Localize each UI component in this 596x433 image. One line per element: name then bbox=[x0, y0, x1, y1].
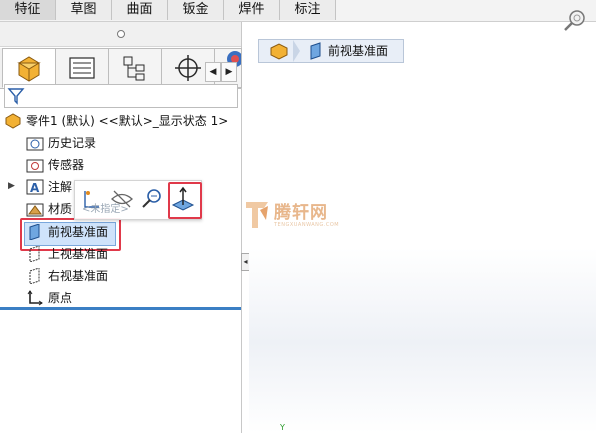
configuration-manager-icon bbox=[123, 56, 145, 81]
svg-text:A: A bbox=[30, 181, 40, 195]
watermark: 腾轩网 TENGXUANWANG.COM bbox=[244, 196, 354, 236]
tab-sheet-metal[interactable]: 钣金 bbox=[168, 0, 224, 20]
tree-item-label: 注解 bbox=[48, 180, 73, 194]
tab-property-manager[interactable] bbox=[55, 48, 109, 88]
selection-breadcrumb[interactable]: 前视基准面 bbox=[258, 39, 404, 63]
pane-divider-line bbox=[0, 307, 241, 310]
part-icon bbox=[5, 113, 21, 129]
tabs-scroll-left-button[interactable]: ◀ bbox=[205, 62, 221, 82]
watermark-text: 腾轩网 bbox=[274, 203, 328, 223]
breadcrumb-separator bbox=[293, 40, 300, 62]
tab-weldments[interactable]: 焊件 bbox=[224, 0, 280, 20]
tab-surfaces[interactable]: 曲面 bbox=[112, 0, 168, 20]
filter-icon bbox=[7, 88, 25, 105]
zoom-icon bbox=[564, 10, 585, 31]
property-manager-icon bbox=[69, 57, 95, 79]
tab-configuration-manager[interactable] bbox=[108, 48, 162, 88]
view-orientation-button[interactable] bbox=[562, 8, 588, 34]
tab-features[interactable]: 特征 bbox=[0, 0, 56, 20]
tree-item-label: 材质 bbox=[48, 202, 73, 216]
pane-header bbox=[0, 22, 241, 47]
tree-item-label: 右视基准面 bbox=[48, 269, 109, 283]
tab-feature-manager[interactable] bbox=[2, 48, 56, 88]
watermark-subtext: TENGXUANWANG.COM bbox=[274, 222, 340, 228]
zoom-to-selection-button[interactable] bbox=[139, 185, 165, 213]
command-manager-tabs: 特征 草图 曲面 钣金 焊件 标注 bbox=[0, 0, 596, 22]
tab-sketch[interactable]: 草图 bbox=[56, 0, 112, 20]
watermark-logo-icon bbox=[246, 202, 268, 228]
tabs-scroll-right-button[interactable]: ▶ bbox=[221, 62, 237, 82]
history-folder-icon bbox=[26, 137, 44, 151]
tab-dimxpert[interactable]: 标注 bbox=[280, 0, 336, 20]
annotations-expander[interactable]: ▶ bbox=[8, 181, 15, 191]
normal-to-highlight bbox=[168, 182, 202, 219]
zoom-to-selection-icon bbox=[142, 189, 161, 208]
tree-item-label: 原点 bbox=[48, 291, 73, 305]
material-icon bbox=[26, 203, 44, 217]
axis-y-label: Y bbox=[280, 423, 285, 432]
part-icon bbox=[270, 43, 288, 60]
plane-icon bbox=[29, 268, 40, 284]
part-icon bbox=[17, 56, 41, 82]
tree-item-label: 历史记录 bbox=[48, 136, 97, 150]
tree-root-label: 零件1 (默认) <<默认>_显示状态 1> bbox=[26, 114, 229, 128]
breadcrumb-label: 前视基准面 bbox=[328, 44, 389, 58]
annotations-icon: A bbox=[26, 179, 44, 195]
tree-item-label: 上视基准面 bbox=[48, 247, 109, 261]
context-toolbar-ghost-text: <未指定> bbox=[82, 204, 129, 215]
tree-item-label: 传感器 bbox=[48, 158, 85, 172]
plane-icon bbox=[29, 246, 40, 262]
origin-icon bbox=[27, 290, 43, 306]
pane-grip-handle[interactable] bbox=[117, 30, 125, 38]
sensors-icon bbox=[26, 159, 44, 173]
plane-icon bbox=[310, 42, 321, 60]
tree-filter[interactable] bbox=[4, 84, 238, 108]
